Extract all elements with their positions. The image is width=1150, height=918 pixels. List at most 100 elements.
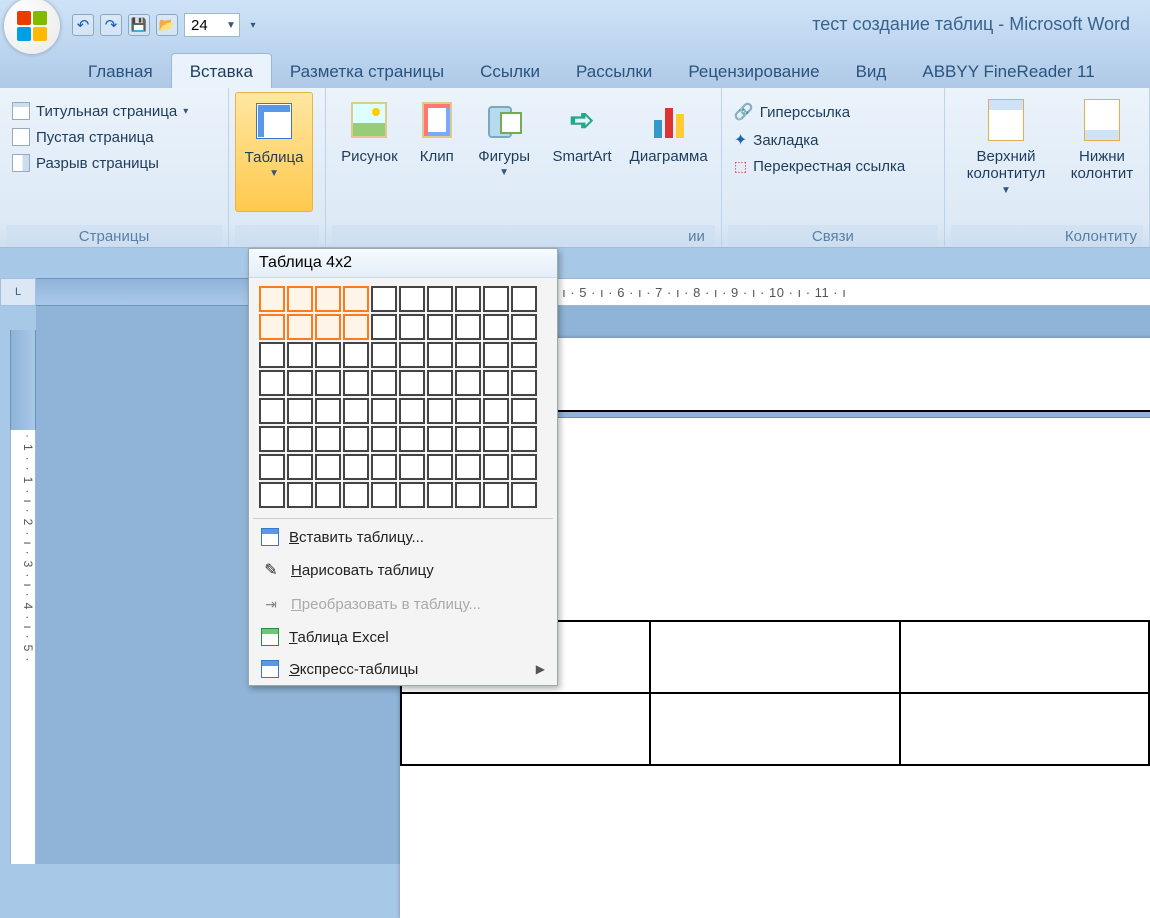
table-button[interactable]: Таблица ▼ — [235, 92, 313, 212]
table-grid-cell[interactable] — [259, 482, 285, 508]
table-grid-cell[interactable] — [287, 426, 313, 452]
table-grid-cell[interactable] — [371, 426, 397, 452]
header-button[interactable]: Верхний колонтитул ▼ — [951, 92, 1061, 212]
table-grid-cell[interactable] — [511, 482, 537, 508]
table-grid-cell[interactable] — [343, 454, 369, 480]
excel-table-item[interactable]: Таблица Excel — [249, 621, 557, 653]
open-button[interactable]: 📂 — [156, 14, 178, 36]
table-grid-cell[interactable] — [259, 426, 285, 452]
table-grid-cell[interactable] — [455, 482, 481, 508]
table-grid-cell[interactable] — [343, 342, 369, 368]
page-break-button[interactable]: Разрыв страницы — [6, 151, 194, 175]
table-grid-cell[interactable] — [371, 398, 397, 424]
table-grid-cell[interactable] — [399, 398, 425, 424]
table-grid-cell[interactable] — [483, 286, 509, 312]
table-grid-cell[interactable] — [287, 482, 313, 508]
table-grid-cell[interactable] — [343, 426, 369, 452]
table-grid-cell[interactable] — [427, 370, 453, 396]
table-grid-cell[interactable] — [427, 398, 453, 424]
table-grid-cell[interactable] — [371, 342, 397, 368]
table-grid-cell[interactable] — [455, 314, 481, 340]
shapes-button[interactable]: Фигуры ▼ — [467, 92, 542, 212]
crossref-button[interactable]: ⬚ Перекрестная ссылка — [728, 155, 911, 178]
undo-button[interactable]: ↶ — [72, 14, 94, 36]
table-grid-cell[interactable] — [399, 286, 425, 312]
table-grid-cell[interactable] — [259, 286, 285, 312]
table-grid-cell[interactable] — [511, 454, 537, 480]
table-grid-cell[interactable] — [483, 342, 509, 368]
tab-page-layout[interactable]: Разметка страницы — [272, 54, 462, 88]
table-grid-cell[interactable] — [427, 314, 453, 340]
table-grid-cell[interactable] — [371, 286, 397, 312]
table-row[interactable] — [401, 693, 1149, 765]
footer-button[interactable]: Нижни колонтит — [1061, 92, 1143, 212]
table-grid-cell[interactable] — [399, 454, 425, 480]
table-grid-cell[interactable] — [343, 286, 369, 312]
table-grid-cell[interactable] — [511, 314, 537, 340]
table-grid-cell[interactable] — [455, 454, 481, 480]
tab-insert[interactable]: Вставка — [171, 53, 272, 88]
cover-page-button[interactable]: Титульная страница ▾ — [6, 99, 194, 123]
chart-button[interactable]: Диаграмма — [622, 92, 714, 212]
table-grid-cell[interactable] — [427, 482, 453, 508]
table-grid-cell[interactable] — [427, 454, 453, 480]
table-grid-cell[interactable] — [315, 314, 341, 340]
vertical-ruler[interactable]: ·1··1·ı·2·ı·3·ı·4·ı·5· — [10, 430, 36, 864]
table-grid-cell[interactable] — [287, 454, 313, 480]
table-grid-cell[interactable] — [371, 314, 397, 340]
table-grid-cell[interactable] — [287, 286, 313, 312]
table-grid-cell[interactable] — [315, 342, 341, 368]
office-button[interactable] — [4, 0, 60, 54]
table-grid-cell[interactable] — [399, 370, 425, 396]
table-grid-cell[interactable] — [259, 454, 285, 480]
table-grid-cell[interactable] — [455, 342, 481, 368]
table-grid-cell[interactable] — [315, 482, 341, 508]
table-grid-cell[interactable] — [399, 426, 425, 452]
qat-customize-button[interactable]: ▾ — [246, 14, 260, 36]
table-grid-cell[interactable] — [259, 370, 285, 396]
hyperlink-button[interactable]: 🔗 Гиперссылка — [728, 99, 911, 125]
table-grid-cell[interactable] — [483, 454, 509, 480]
table-grid-cell[interactable] — [455, 426, 481, 452]
draw-table-item[interactable]: ✎ Нарисовать таблицу — [249, 553, 557, 587]
table-grid-cell[interactable] — [343, 370, 369, 396]
table-grid-cell[interactable] — [259, 314, 285, 340]
table-grid-cell[interactable] — [455, 398, 481, 424]
table-grid-cell[interactable] — [483, 398, 509, 424]
table-grid-cell[interactable] — [483, 370, 509, 396]
picture-button[interactable]: Рисунок — [332, 92, 407, 212]
table-grid-cell[interactable] — [371, 454, 397, 480]
table-grid-cell[interactable] — [399, 314, 425, 340]
bookmark-button[interactable]: ✦ Закладка — [728, 127, 911, 153]
table-grid-cell[interactable] — [343, 482, 369, 508]
horizontal-ruler[interactable]: ▾ · 1 · ı · 2 · ı · 3 · ı · 4 · ı · 5 · … — [36, 278, 1150, 306]
tab-references[interactable]: Ссылки — [462, 54, 558, 88]
table-grid-cell[interactable] — [427, 426, 453, 452]
quick-tables-item[interactable]: Экспресс-таблицы ▶ — [249, 653, 557, 685]
table-grid-cell[interactable] — [427, 342, 453, 368]
table-grid-cell[interactable] — [287, 314, 313, 340]
table-grid-cell[interactable] — [371, 370, 397, 396]
save-button[interactable]: 💾 — [128, 14, 150, 36]
tab-mailings[interactable]: Рассылки — [558, 54, 670, 88]
table-grid-cell[interactable] — [455, 370, 481, 396]
table-grid-cell[interactable] — [343, 314, 369, 340]
table-grid-cell[interactable] — [483, 426, 509, 452]
table-grid-picker[interactable] — [259, 286, 547, 508]
table-grid-cell[interactable] — [315, 426, 341, 452]
table-grid-cell[interactable] — [427, 286, 453, 312]
tab-review[interactable]: Рецензирование — [670, 54, 837, 88]
clipart-button[interactable]: Клип — [407, 92, 467, 212]
font-size-combo[interactable]: 24 ▼ — [184, 13, 240, 37]
table-grid-cell[interactable] — [511, 342, 537, 368]
table-grid-cell[interactable] — [511, 426, 537, 452]
table-grid-cell[interactable] — [287, 398, 313, 424]
table-grid-cell[interactable] — [511, 398, 537, 424]
tab-abbyy[interactable]: ABBYY FineReader 11 — [904, 54, 1112, 88]
table-grid-cell[interactable] — [399, 342, 425, 368]
ruler-corner[interactable]: L — [0, 278, 36, 306]
table-grid-cell[interactable] — [287, 342, 313, 368]
table-grid-cell[interactable] — [315, 398, 341, 424]
table-grid-cell[interactable] — [483, 482, 509, 508]
redo-button[interactable]: ↷ — [100, 14, 122, 36]
